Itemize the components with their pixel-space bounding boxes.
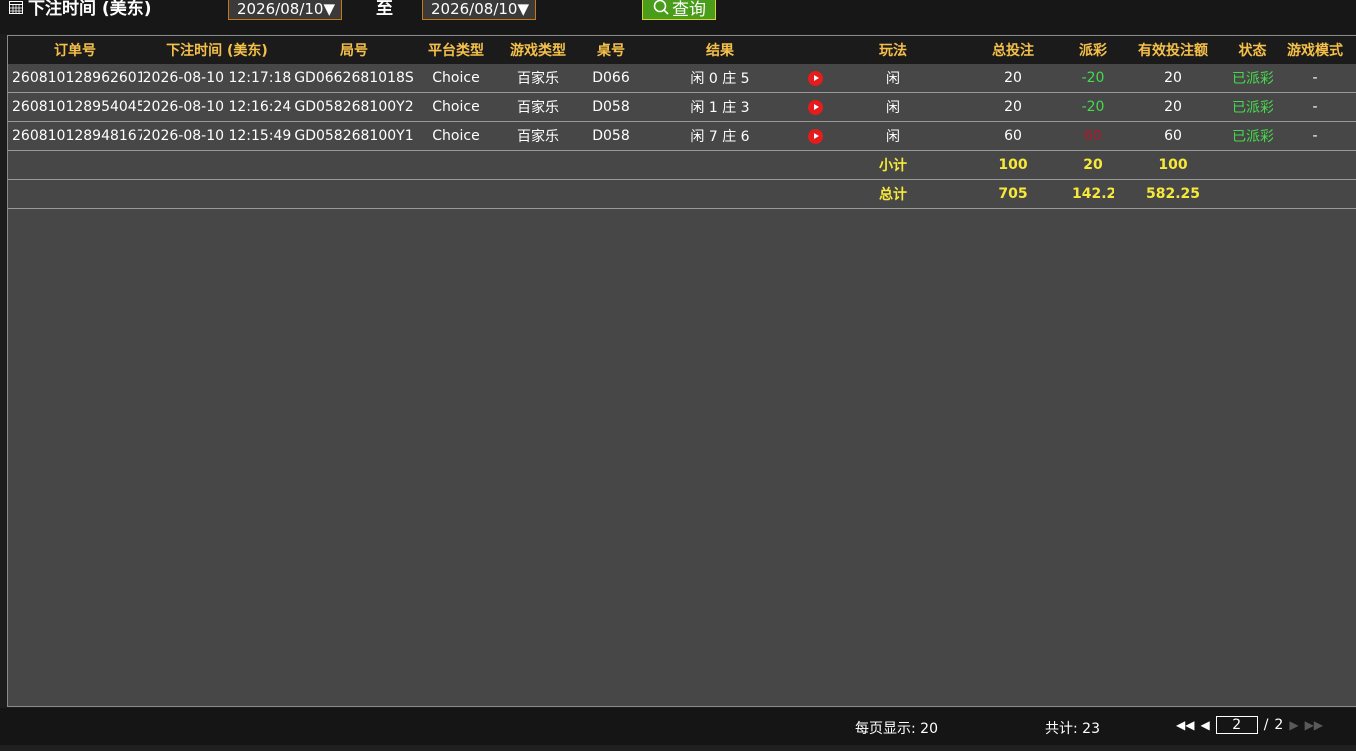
page-number-input[interactable] (1215, 716, 1258, 734)
valid-bet: 60 (1114, 121, 1232, 151)
calendar-icon (9, 0, 23, 14)
bet-records-panel: 订单号 下注时间 (美东) 局号 平台类型 游戏类型 桌号 结果 玩法 总投注 … (7, 35, 1356, 707)
query-button[interactable]: 查询 (642, 0, 716, 20)
replay-cell (798, 121, 832, 151)
subtotal-row: 小计 100 20 100 (8, 150, 1356, 180)
total-payout: 142.25 (1072, 179, 1114, 209)
col-header-game-type: 游戏类型 (496, 36, 580, 64)
game-mode: - (1273, 121, 1356, 151)
bottom-strip (0, 745, 1356, 751)
play: 闲 (832, 92, 954, 122)
col-header-order-id: 订单号 (8, 36, 142, 64)
col-header-valid-bet: 有效投注额 (1114, 36, 1232, 64)
play-icon[interactable] (807, 128, 823, 144)
game-type: 百家乐 (496, 64, 580, 93)
next-page-icon[interactable]: ▶ (1289, 718, 1298, 732)
subtotal-bet: 100 (954, 150, 1072, 180)
total-bet: 705 (954, 179, 1072, 209)
round-id: GD058268100Y1 (292, 121, 416, 151)
total-bet: 20 (954, 92, 1072, 122)
bet-time: 2026-08-10 12:17:18 (142, 64, 292, 93)
platform: Choice (416, 92, 496, 122)
last-page-icon[interactable]: ▶▶ (1305, 718, 1323, 732)
date-from-select[interactable]: 2026/08/10▼ (228, 0, 342, 20)
table-header-row: 订单号 下注时间 (美东) 局号 平台类型 游戏类型 桌号 结果 玩法 总投注 … (8, 36, 1356, 64)
table-id: D058 (580, 92, 642, 122)
table-id: D066 (580, 64, 642, 93)
play: 闲 (832, 64, 954, 93)
search-icon (653, 0, 669, 15)
col-header-play: 玩法 (832, 36, 954, 64)
total-label: 总计 (832, 179, 954, 209)
play-icon[interactable] (807, 70, 823, 86)
bet-time: 2026-08-10 12:16:24 (142, 92, 292, 122)
game-mode: - (1273, 64, 1356, 93)
bet-records-table: 订单号 下注时间 (美东) 局号 平台类型 游戏类型 桌号 结果 玩法 总投注 … (8, 36, 1356, 209)
order-id: 260810128948167 (8, 121, 142, 151)
col-header-replay (798, 36, 832, 64)
game-type: 百家乐 (496, 121, 580, 151)
bet-time-label: 下注时间 (美东) (8, 0, 151, 19)
subtotal-valid: 100 (1114, 150, 1232, 180)
query-button-label: 查询 (672, 0, 706, 20)
pager: ◀◀ ◀ / 2 ▶ ▶▶ (1176, 716, 1323, 734)
total-bet: 60 (954, 121, 1072, 151)
date-to-select[interactable]: 2026/08/10▼ (422, 0, 536, 20)
status-badge: 已派彩 (1232, 64, 1273, 93)
col-header-bet-time: 下注时间 (美东) (142, 36, 292, 64)
payout: 60 (1072, 121, 1114, 151)
play: 闲 (832, 121, 954, 151)
bet-time-label-text: 下注时间 (美东) (28, 0, 152, 19)
result: 闲 1 庄 3 (642, 92, 798, 122)
col-header-status: 状态 (1232, 36, 1273, 64)
subtotal-label: 小计 (832, 150, 954, 180)
play-icon[interactable] (807, 99, 823, 115)
replay-cell (798, 64, 832, 93)
first-page-icon[interactable]: ◀◀ (1176, 718, 1194, 732)
round-id: GD058268100Y2 (292, 92, 416, 122)
valid-bet: 20 (1114, 64, 1232, 93)
result: 闲 0 庄 5 (642, 64, 798, 93)
payout: -20 (1072, 64, 1114, 93)
status-badge: 已派彩 (1232, 92, 1273, 122)
round-id: GD0662681018S (292, 64, 416, 93)
order-id: 260810128962601 (8, 64, 142, 93)
table-row: 260810128948167 2026-08-10 12:15:49 GD05… (8, 121, 1356, 151)
total-count: 共计: 23 (1045, 721, 1100, 737)
per-page-label: 每页显示: 20 (855, 721, 938, 737)
platform: Choice (416, 121, 496, 151)
table-row: 260810128954045 2026-08-10 12:16:24 GD05… (8, 92, 1356, 122)
col-header-payout: 派彩 (1072, 36, 1114, 64)
status-badge: 已派彩 (1232, 121, 1273, 151)
order-id: 260810128954045 (8, 92, 142, 122)
bet-time: 2026-08-10 12:15:49 (142, 121, 292, 151)
table-id: D058 (580, 121, 642, 151)
valid-bet: 20 (1114, 92, 1232, 122)
col-header-game-mode: 游戏模式 (1273, 36, 1356, 64)
col-header-table-id: 桌号 (580, 36, 642, 64)
payout: -20 (1072, 92, 1114, 122)
col-header-total-bet: 总投注 (954, 36, 1072, 64)
total-pages: 2 (1274, 717, 1284, 733)
prev-page-icon[interactable]: ◀ (1200, 718, 1209, 732)
table-row: 260810128962601 2026-08-10 12:17:18 GD06… (8, 64, 1356, 93)
game-mode: - (1273, 92, 1356, 122)
game-type: 百家乐 (496, 92, 580, 122)
subtotal-payout: 20 (1072, 150, 1114, 180)
total-bet: 20 (954, 64, 1072, 93)
total-row: 总计 705 142.25 582.25 (8, 179, 1356, 209)
page-separator: / (1263, 717, 1269, 733)
platform: Choice (416, 64, 496, 93)
total-valid: 582.25 (1114, 179, 1232, 209)
replay-cell (798, 92, 832, 122)
filter-bar: 下注时间 (美东) 2026/08/10▼ 至 2026/08/10▼ 查询 (0, 0, 1356, 34)
result: 闲 7 庄 6 (642, 121, 798, 151)
to-label: 至 (376, 0, 393, 19)
col-header-platform: 平台类型 (416, 36, 496, 64)
col-header-result: 结果 (642, 36, 798, 64)
col-header-round-id: 局号 (292, 36, 416, 64)
